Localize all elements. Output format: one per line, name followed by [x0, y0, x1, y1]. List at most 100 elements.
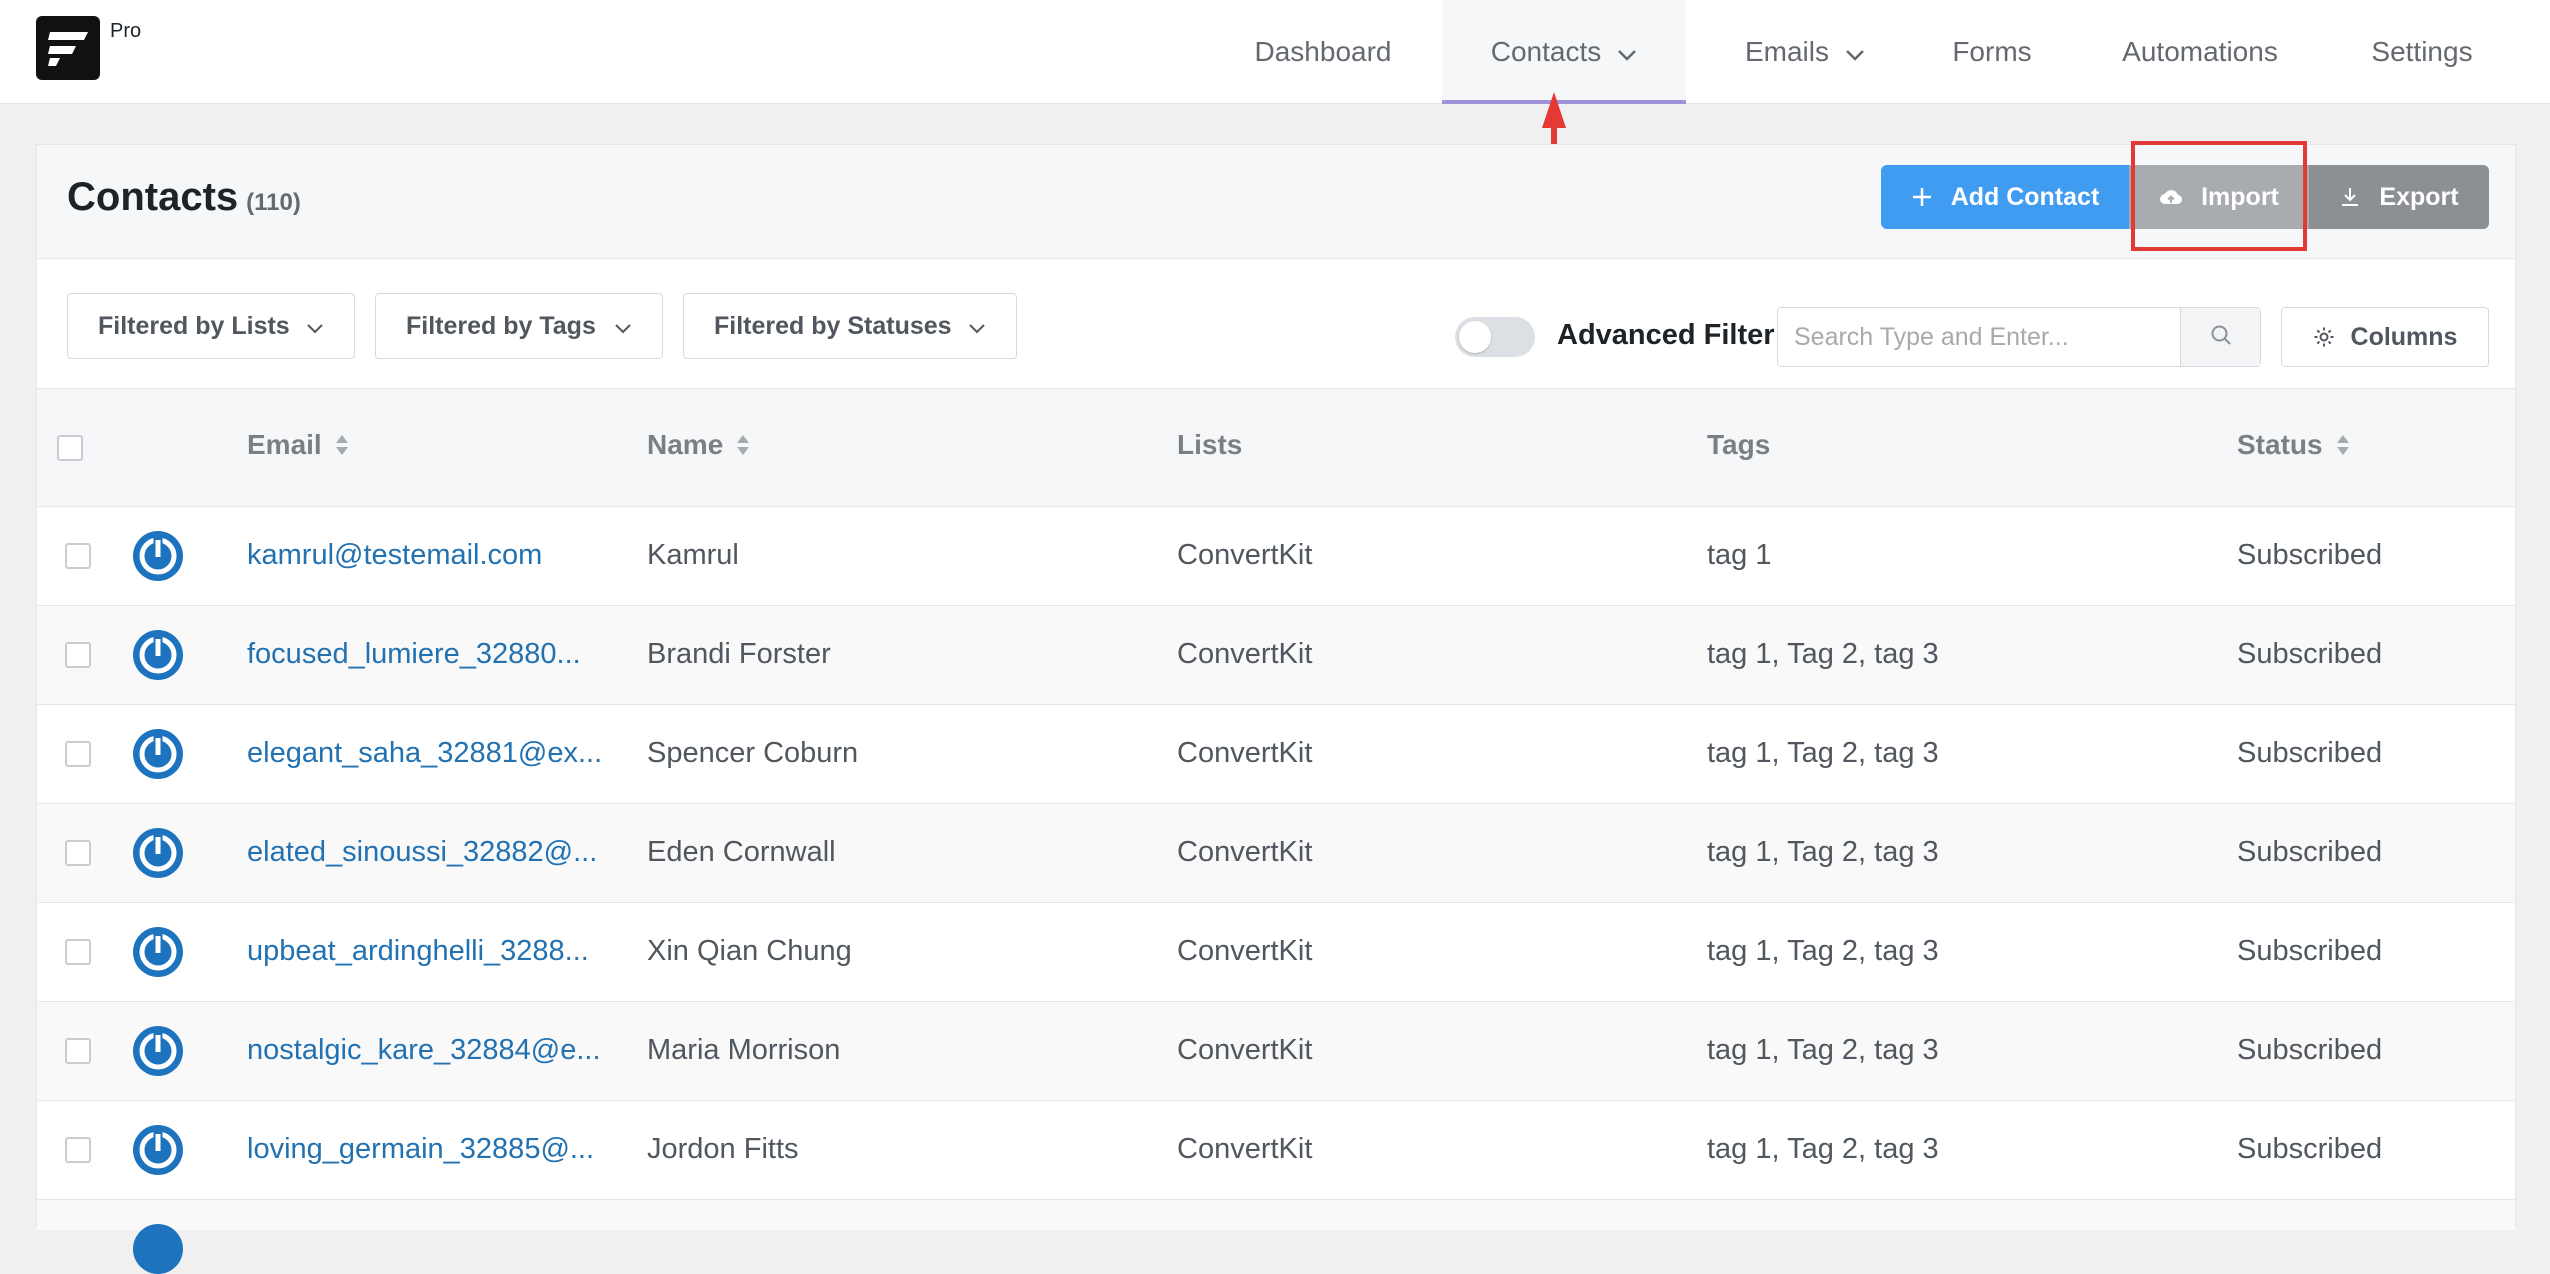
table-row[interactable]: loving_germain_32885@... Jordon Fitts Co…	[37, 1101, 2515, 1200]
filter-statuses-label: Filtered by Statuses	[714, 311, 952, 340]
contact-lists: ConvertKit	[1177, 935, 1313, 967]
select-all-checkbox[interactable]	[57, 435, 83, 461]
table-row[interactable]: elegant_saha_32881@ex... Spencer Coburn …	[37, 705, 2515, 804]
contact-email[interactable]: elegant_saha_32881@ex...	[247, 737, 602, 770]
column-status[interactable]: Status	[2237, 429, 2351, 461]
table-row[interactable]: upbeat_ardinghelli_3288... Xin Qian Chun…	[37, 903, 2515, 1002]
contact-lists: ConvertKit	[1177, 737, 1313, 769]
contact-status: Subscribed	[2237, 638, 2383, 670]
column-name[interactable]: Name	[647, 429, 751, 461]
search-input[interactable]	[1778, 308, 2180, 366]
contact-name: Kamrul	[647, 539, 739, 571]
contact-status: Subscribed	[2237, 1133, 2383, 1165]
columns-label: Columns	[2350, 322, 2458, 351]
nav-emails[interactable]: Emails	[1712, 0, 1898, 104]
column-tags: Tags	[1707, 429, 1770, 461]
avatar-icon	[133, 927, 183, 977]
nav-settings-label: Settings	[2371, 36, 2473, 67]
contact-email[interactable]: upbeat_ardinghelli_3288...	[247, 935, 589, 968]
contact-tags: tag 1, Tag 2, tag 3	[1707, 638, 1939, 670]
contact-name: Maria Morrison	[647, 1034, 841, 1066]
brand-label: Pro	[110, 20, 142, 42]
nav-forms[interactable]: Forms	[1926, 0, 2058, 104]
contact-name: Xin Qian Chung	[647, 935, 852, 967]
nav-emails-label: Emails	[1744, 36, 1829, 67]
contact-tags: tag 1, Tag 2, tag 3	[1707, 1034, 1939, 1066]
column-tags-label: Tags	[1707, 429, 1771, 460]
row-checkbox[interactable]	[65, 642, 91, 668]
contact-status: Subscribed	[2237, 836, 2383, 868]
app-logo[interactable]	[36, 16, 100, 80]
nav-automations-label: Automations	[2122, 36, 2278, 67]
filter-statuses-dropdown[interactable]: Filtered by Statuses	[683, 293, 1017, 359]
table-row[interactable]: elated_sinoussi_32882@... Eden Cornwall …	[37, 804, 2515, 903]
filter-bar: Filtered by Lists Filtered by Tags Filte…	[37, 259, 2515, 389]
columns-button[interactable]: Columns	[2281, 307, 2489, 367]
chevron-down-icon	[1617, 36, 1637, 68]
add-contact-button[interactable]: Add Contact	[1881, 165, 2129, 229]
contact-tags: tag 1, Tag 2, tag 3	[1707, 1133, 1939, 1165]
filter-tags-dropdown[interactable]: Filtered by Tags	[375, 293, 663, 359]
row-checkbox[interactable]	[65, 741, 91, 767]
contact-status: Subscribed	[2237, 539, 2383, 571]
search-button[interactable]	[2180, 308, 2260, 366]
nav-automations[interactable]: Automations	[2098, 0, 2302, 104]
chevron-down-icon	[968, 312, 986, 341]
contact-status: Subscribed	[2237, 1034, 2383, 1066]
logo-mark-icon	[48, 32, 88, 66]
nav-settings[interactable]: Settings	[2336, 0, 2508, 104]
column-lists: Lists	[1177, 429, 1242, 461]
chevron-down-icon	[614, 312, 632, 341]
column-name-label: Name	[647, 429, 724, 460]
column-status-label: Status	[2237, 429, 2323, 460]
avatar-icon	[133, 630, 183, 680]
sort-icon	[334, 433, 350, 457]
import-label: Import	[2201, 182, 2279, 211]
row-checkbox[interactable]	[65, 1038, 91, 1064]
contact-email[interactable]: elated_sinoussi_32882@...	[247, 836, 597, 869]
import-button[interactable]: Import	[2129, 165, 2309, 229]
contact-tags: tag 1	[1707, 539, 1772, 571]
download-icon	[2339, 186, 2361, 208]
row-checkbox[interactable]	[65, 1137, 91, 1163]
column-email[interactable]: Email	[247, 429, 350, 461]
contact-status: Subscribed	[2237, 737, 2383, 769]
search-box	[1777, 307, 2261, 367]
cloud-upload-icon	[2159, 187, 2183, 207]
column-email-label: Email	[247, 429, 322, 460]
contacts-count: (110)	[246, 189, 301, 216]
plus-icon	[1911, 186, 1933, 208]
contact-tags: tag 1, Tag 2, tag 3	[1707, 935, 1939, 967]
contacts-panel: Contacts (110) Add Contact Import Export …	[36, 141, 2516, 1274]
contact-email[interactable]: kamrul@testemail.com	[247, 539, 542, 572]
table-row[interactable]: kamrul@testemail.com Kamrul ConvertKit t…	[37, 507, 2515, 606]
contact-status: Subscribed	[2237, 935, 2383, 967]
table-header: Email Name Lists Tags Status	[37, 389, 2515, 507]
contact-name: Spencer Coburn	[647, 737, 859, 769]
table-row[interactable]: focused_lumiere_32880... Brandi Forster …	[37, 606, 2515, 705]
contact-email[interactable]: nostalgic_kare_32884@e...	[247, 1034, 601, 1067]
page-title: Contacts (110)	[67, 175, 301, 220]
top-nav-bar: Pro Dashboard Contacts Emails Forms Auto…	[0, 0, 2550, 104]
export-button[interactable]: Export	[2309, 165, 2489, 229]
contact-name: Eden Cornwall	[647, 836, 836, 868]
filter-lists-dropdown[interactable]: Filtered by Lists	[67, 293, 355, 359]
contact-lists: ConvertKit	[1177, 1034, 1313, 1066]
row-checkbox[interactable]	[65, 939, 91, 965]
nav-forms-label: Forms	[1952, 36, 2032, 67]
avatar-icon	[133, 531, 183, 581]
row-checkbox[interactable]	[65, 543, 91, 569]
chevron-down-icon	[306, 312, 324, 341]
table-row[interactable]: nostalgic_kare_32884@e... Maria Morrison…	[37, 1002, 2515, 1101]
contact-email[interactable]: loving_germain_32885@...	[247, 1133, 594, 1166]
contact-name: Jordon Fitts	[647, 1133, 799, 1165]
nav-dashboard[interactable]: Dashboard	[1228, 0, 1418, 104]
advanced-filter-toggle[interactable]	[1455, 317, 1535, 357]
nav-contacts-label: Contacts	[1490, 36, 1602, 67]
contact-lists: ConvertKit	[1177, 638, 1313, 670]
contact-email[interactable]: focused_lumiere_32880...	[247, 638, 581, 671]
contact-name: Brandi Forster	[647, 638, 831, 670]
chevron-down-icon	[1845, 36, 1865, 68]
panel-header: Contacts (110) Add Contact Import Export	[37, 141, 2515, 259]
row-checkbox[interactable]	[65, 840, 91, 866]
